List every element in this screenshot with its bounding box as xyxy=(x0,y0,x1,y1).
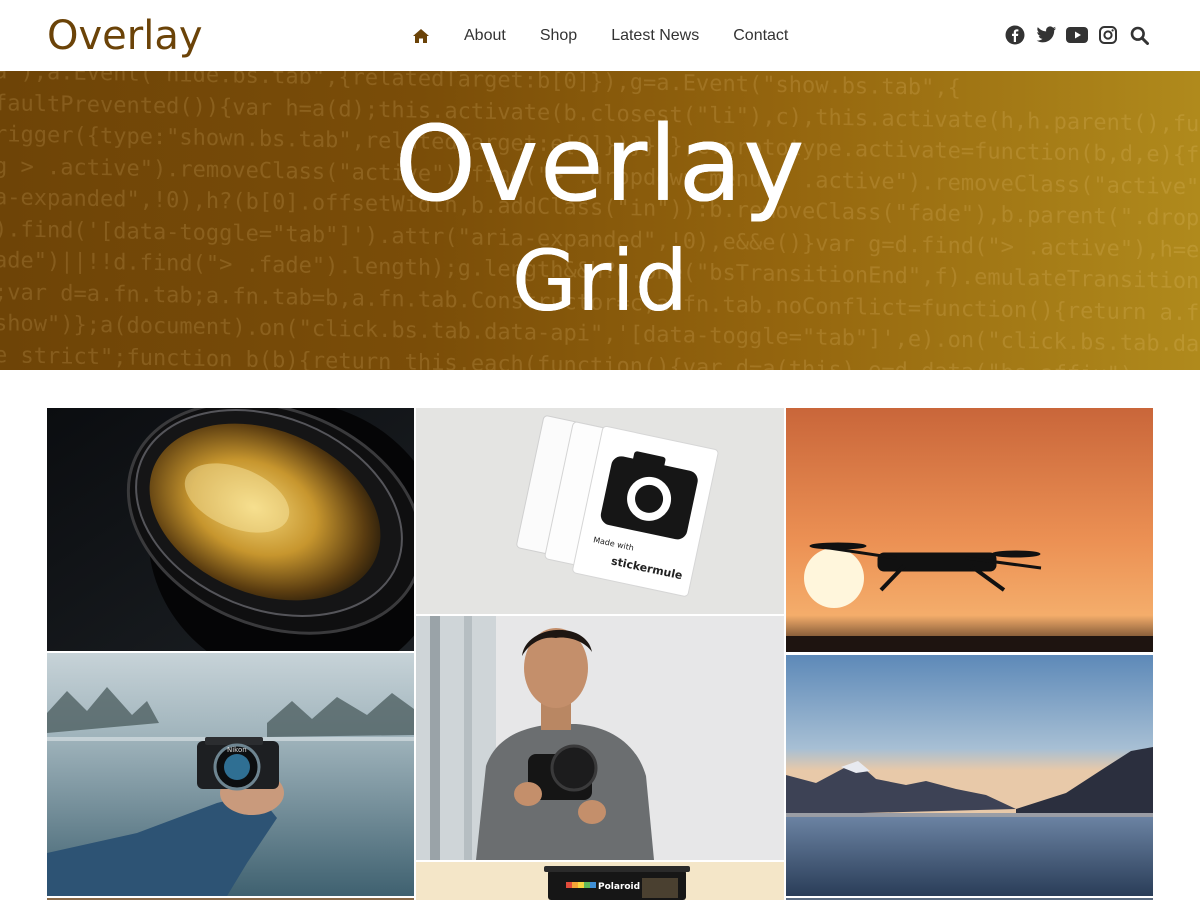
grid-tile-camera-hand-lake[interactable]: Nikon xyxy=(47,653,414,896)
grid-tile-man-with-camera[interactable] xyxy=(416,616,784,860)
home-icon xyxy=(413,29,429,43)
site-logo[interactable]: Overlay xyxy=(47,12,203,60)
twitter-icon[interactable] xyxy=(1035,24,1057,46)
grid-tile-camera-stickers[interactable]: Made with stickermule xyxy=(416,408,784,614)
social-links xyxy=(995,22,1150,48)
hero-title: Overlay xyxy=(394,103,806,225)
camera-hand-lake-image: Nikon xyxy=(47,653,414,896)
drone-sunset-image xyxy=(786,408,1153,652)
hero-banner: a"),a.Event("hide.bs.tab",{relatedTarget… xyxy=(0,71,1200,370)
instagram-icon[interactable] xyxy=(1097,24,1119,46)
photo-grid: Made with stickermule Nikon Polaroid xyxy=(47,408,1153,900)
grid-tile-polaroid-camera[interactable]: Polaroid xyxy=(416,862,784,900)
nav-latest-news[interactable]: Latest News xyxy=(611,21,699,51)
man-with-camera-image xyxy=(416,616,784,860)
camera-brand-label: Nikon xyxy=(227,746,247,754)
polaroid-brand-label: Polaroid xyxy=(598,882,640,892)
grid-tile-drone-sunset[interactable] xyxy=(786,408,1153,652)
grid-tile-camera-lens[interactable] xyxy=(47,408,414,651)
mountain-lake-image xyxy=(786,655,1153,896)
polaroid-camera-image: Polaroid xyxy=(416,862,784,900)
grid-tile-mountain-lake[interactable] xyxy=(786,655,1153,896)
youtube-icon[interactable] xyxy=(1066,24,1088,46)
main-nav: About Shop Latest News Contact xyxy=(404,21,822,51)
nav-contact[interactable]: Contact xyxy=(733,21,788,51)
search-icon[interactable] xyxy=(1128,24,1150,46)
nav-home[interactable] xyxy=(404,21,438,51)
site-header: Overlay About Shop Latest News Contact xyxy=(0,0,1200,71)
camera-lens-image xyxy=(47,408,414,651)
nav-about[interactable]: About xyxy=(464,21,506,51)
hero-subtitle: Grid xyxy=(511,232,689,330)
nav-shop[interactable]: Shop xyxy=(540,21,577,51)
camera-stickers-image: Made with stickermule xyxy=(416,408,784,614)
facebook-icon[interactable] xyxy=(1004,24,1026,46)
